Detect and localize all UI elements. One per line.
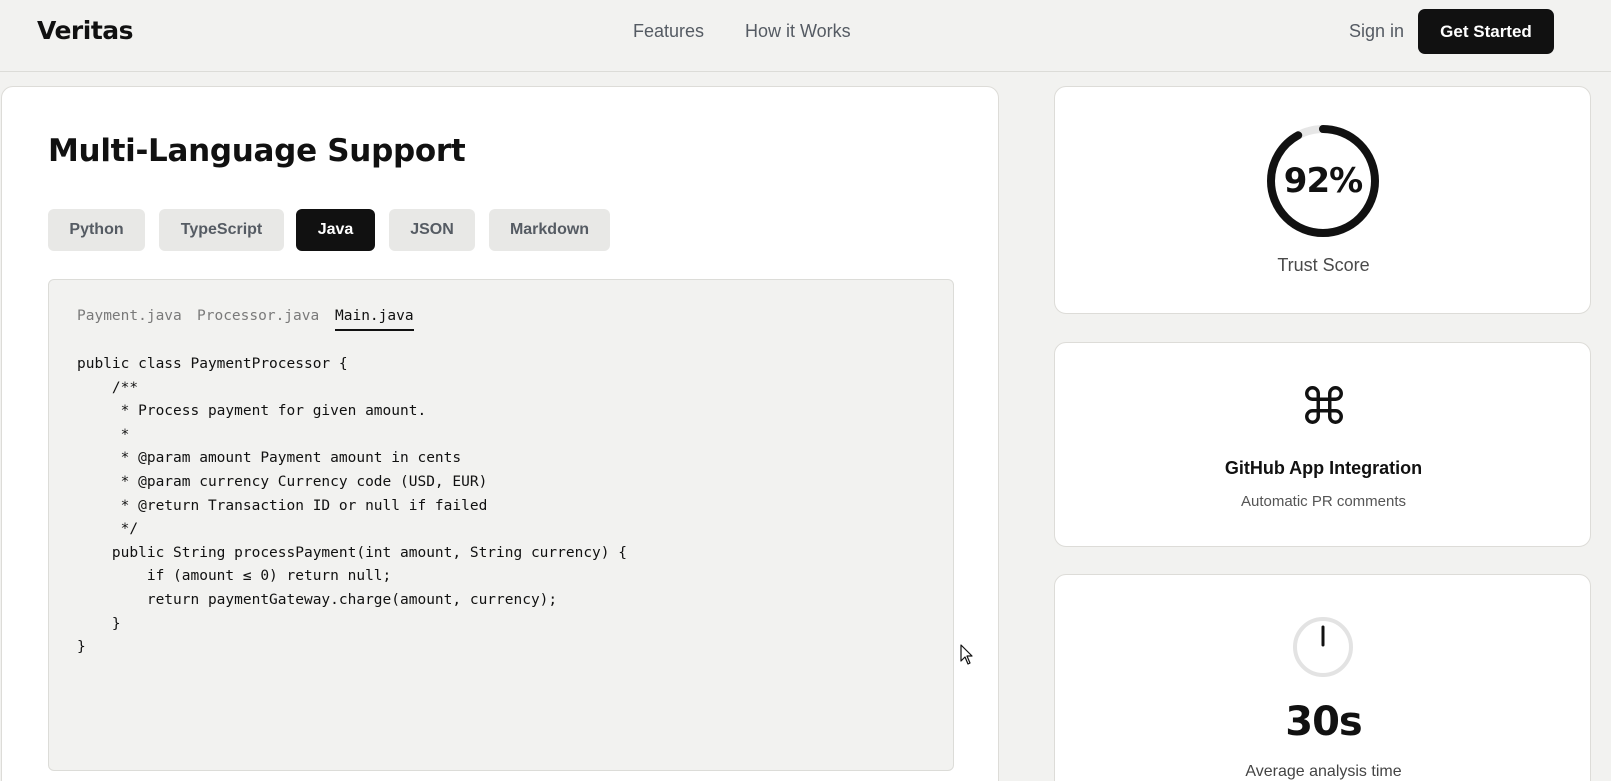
mouse-cursor-icon (960, 644, 973, 665)
analysis-time-value: 30s (1285, 699, 1362, 745)
nav-link-how-it-works[interactable]: How it Works (745, 21, 851, 42)
github-integration-card: GitHub App Integration Automatic PR comm… (1054, 342, 1591, 547)
trust-score-label: Trust Score (1277, 255, 1370, 275)
trust-score-card: 92% Trust Score (1054, 86, 1591, 314)
tab-markdown[interactable]: Markdown (489, 209, 610, 251)
tab-json[interactable]: JSON (389, 209, 475, 251)
code-panel: Payment.java Processor.java Main.java pu… (48, 279, 954, 771)
site-header: Veritas Features How it Works Sign in Ge… (0, 0, 1611, 72)
trust-score-value: 92% (1283, 161, 1363, 201)
file-tab-processor[interactable]: Processor.java (197, 308, 319, 329)
logo[interactable]: Veritas (37, 16, 134, 45)
sign-in-link[interactable]: Sign in (1349, 21, 1404, 42)
multi-language-card: Multi-Language Support Python TypeScript… (1, 86, 999, 781)
tab-java[interactable]: Java (296, 209, 375, 251)
tab-typescript[interactable]: TypeScript (159, 209, 284, 251)
get-started-button[interactable]: Get Started (1418, 9, 1554, 54)
clock-icon (1293, 617, 1353, 677)
github-card-subtitle: Automatic PR comments (1240, 493, 1407, 510)
code-block: public class PaymentProcessor { /** * Pr… (77, 356, 627, 656)
nav-link-features[interactable]: Features (633, 21, 704, 42)
tab-python[interactable]: Python (48, 209, 145, 251)
file-tab-main[interactable]: Main.java (335, 308, 414, 331)
file-tab-payment[interactable]: Payment.java (77, 308, 182, 329)
analysis-time-card: 30s Average analysis time (1054, 574, 1591, 781)
analysis-time-label: Average analysis time (1245, 763, 1402, 780)
github-card-title: GitHub App Integration (1224, 458, 1423, 478)
command-icon (1305, 386, 1343, 424)
section-title: Multi-Language Support (48, 133, 466, 169)
